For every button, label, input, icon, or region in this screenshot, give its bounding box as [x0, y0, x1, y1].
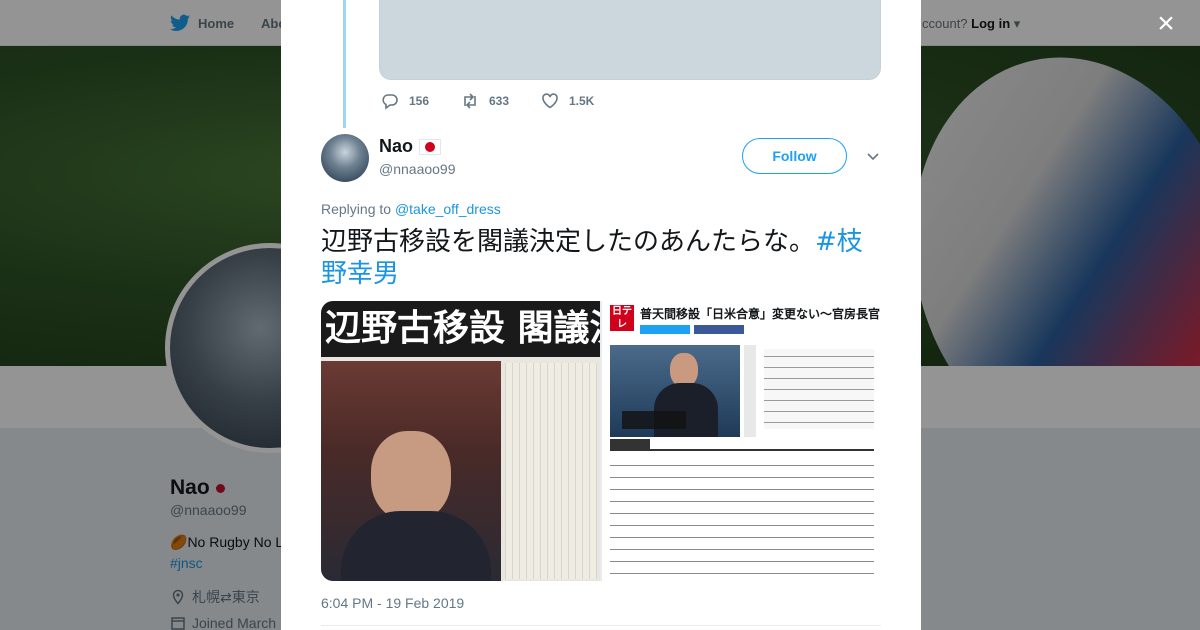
tweet-header: Nao @nnaaoo99 Follow: [321, 134, 881, 184]
facebook-share-button: [694, 325, 744, 334]
reply-count: 156: [409, 94, 430, 108]
tweet-text: 辺野古移設を閣議決定したのあんたらな。#枝野幸男: [321, 226, 881, 290]
thread-connector-line: [343, 0, 346, 128]
video-caption: [622, 411, 686, 429]
retweet-action[interactable]: 633: [461, 92, 541, 110]
politician-photo: [321, 361, 501, 581]
section-rule: [610, 449, 874, 451]
share-buttons: [640, 325, 744, 334]
retweet-count: 633: [489, 94, 510, 108]
previous-tweet-actions: 156 633 1.5K: [381, 92, 621, 110]
video-face: [670, 353, 698, 387]
heart-icon: [542, 93, 558, 109]
section-label: [610, 439, 650, 449]
chevron-down-icon[interactable]: [865, 148, 881, 164]
like-action[interactable]: 1.5K: [541, 92, 621, 110]
like-count: 1.5K: [569, 94, 595, 108]
video-side-caption: [744, 345, 756, 437]
news-body-text: [610, 457, 874, 577]
tweet-share-button: [640, 325, 690, 334]
close-icon[interactable]: ×: [1152, 9, 1180, 39]
user-handle[interactable]: @nnaaoo99: [379, 161, 456, 177]
divider: [321, 625, 881, 626]
reply-action[interactable]: 156: [381, 92, 461, 110]
reply-icon: [382, 94, 398, 110]
news-logo: 日テレ NEWS 24: [610, 305, 640, 356]
display-name[interactable]: Nao: [379, 136, 442, 157]
tweet-body: 辺野古移設を閣議決定したのあんたらな。: [321, 227, 816, 257]
tweet-modal: 156 633 1.5K Nao @nnaaoo99 Follow Replyi…: [281, 0, 921, 630]
news-headline: 普天間移設「日米合意」変更ない～官房長官: [640, 307, 881, 321]
photo-face: [371, 431, 451, 521]
retweet-icon: [464, 93, 476, 109]
news-video-frame: [610, 345, 740, 437]
newspaper-headline: 辺野古移設 閣議決: [321, 301, 600, 357]
user-avatar[interactable]: [321, 134, 369, 182]
news-summary-text: [764, 349, 874, 429]
tweet-media-grid: 辺野古移設 閣議決 日テレ NEWS 24 普天間移設「日米合意」変更ない～官房…: [321, 301, 881, 581]
tweet-timestamp[interactable]: 6:04 PM - 19 Feb 2019: [321, 595, 464, 611]
news-screenshot[interactable]: 日テレ NEWS 24 普天間移設「日米合意」変更ない～官房長官: [602, 301, 881, 581]
newspaper-photo[interactable]: 辺野古移設 閣議決: [321, 301, 600, 581]
replying-to: Replying to @take_off_dress: [321, 201, 501, 217]
newspaper-columns: [505, 363, 597, 579]
japan-flag-icon: [419, 138, 442, 155]
previous-tweet-media[interactable]: [379, 0, 881, 80]
follow-button[interactable]: Follow: [742, 138, 847, 174]
photo-suit: [341, 511, 491, 581]
replying-to-link[interactable]: @take_off_dress: [395, 201, 501, 217]
